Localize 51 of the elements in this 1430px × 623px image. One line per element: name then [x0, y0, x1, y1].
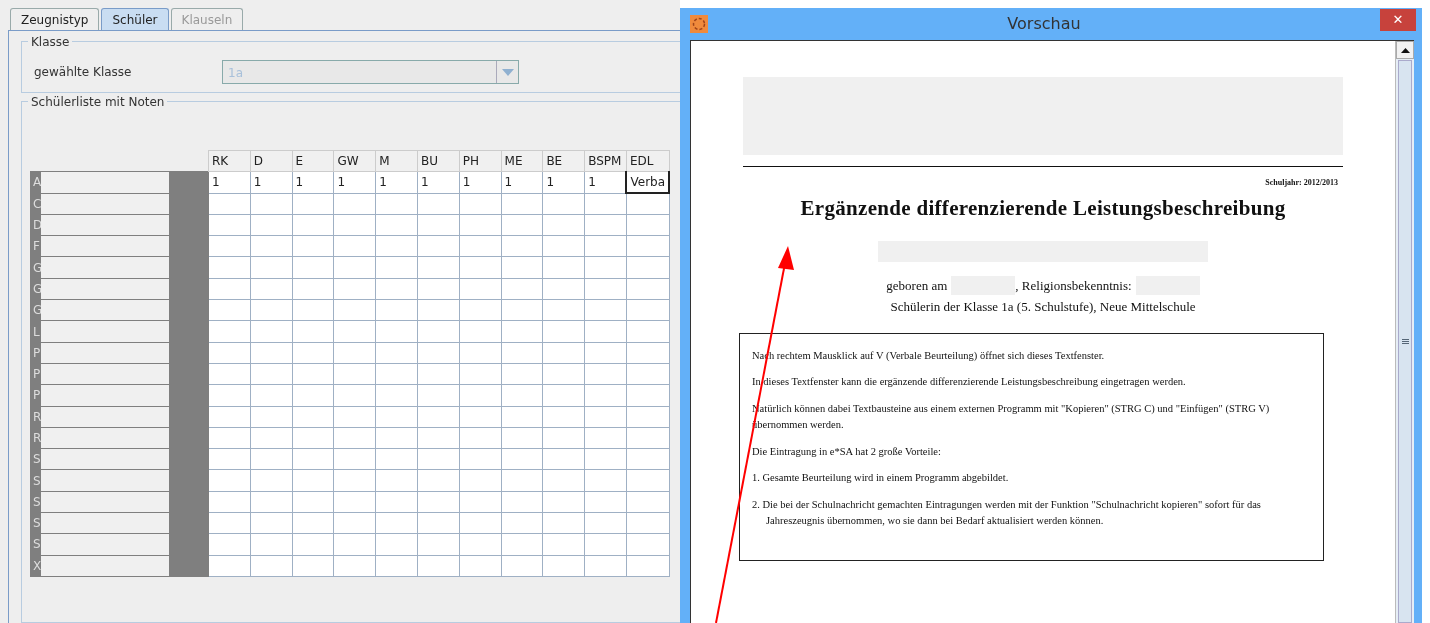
dropdown-arrow-icon [501, 68, 514, 76]
student-name: A [32, 175, 42, 190]
class-info-text: Schülerin der Klasse 1a (5. Schulstufe), Neue Mittelschule [890, 298, 1196, 316]
student-name: X [32, 558, 42, 573]
grade-cell[interactable]: Verba [626, 171, 670, 194]
student-name: P [32, 388, 41, 403]
student-name: G [32, 281, 43, 296]
tab[interactable]: Zeugnistyp [10, 8, 100, 30]
column-header: EDL [626, 150, 670, 172]
school-year-text: Schuljahr: 2012/2013 [1264, 177, 1338, 189]
up-arrow-icon [1400, 47, 1410, 53]
student-name: S [32, 473, 41, 488]
student-name: L [32, 324, 40, 339]
student-name: R [32, 409, 42, 424]
column-header: E [292, 150, 334, 172]
app-icon [690, 15, 708, 33]
list-item: 1. Gesamte Beurteilung wird in einem Programm abgebildet. [752, 471, 1010, 486]
column-header: GW [333, 150, 376, 172]
student-name: S [32, 516, 41, 531]
scroll-thumb[interactable] [1398, 60, 1412, 623]
column-header: ME [501, 150, 543, 172]
column-header: M [375, 150, 418, 172]
student-name: P [32, 345, 41, 360]
column-header: RK [208, 150, 251, 172]
student-name: R [32, 431, 42, 445]
student-name: F [32, 239, 40, 254]
student-name: S [32, 537, 41, 552]
student-name: C [32, 196, 42, 211]
paragraph: In dieses Textfenster kann die ergänzende differenzierende Leistungsbeschreibung eingetragen werden. [752, 375, 1187, 390]
student-name: D [32, 218, 43, 233]
student-name: S [32, 452, 41, 467]
field-label: gewählte Klasse [34, 64, 133, 81]
birth-label: geboren am [886, 276, 948, 295]
tab[interactable]: Schüler [101, 8, 169, 30]
paragraph: Die Eintragung in e*SA hat 2 große Vorteile: [752, 444, 942, 459]
grip-icon [1401, 339, 1409, 344]
window-title: Vorschau [1006, 13, 1082, 35]
student-name: P [32, 367, 41, 382]
document-heading: Ergänzende differenzierende Leistungsbeschreibung [800, 195, 1286, 222]
column-header: BE [542, 150, 585, 172]
student-name: G [32, 303, 43, 318]
student-name: S [32, 494, 41, 509]
scroll-up-button[interactable] [1396, 41, 1414, 59]
column-header: BSPM [584, 150, 627, 172]
list-item: 2. Die bei der Schulnachricht gemachten Eintragungen werden mit der Funktion "Schulnachricht kopieren" sofort für das Jahreszeugnis übernommen, wo sie dann bei Bedarf aktualisiert werden können. [752, 498, 1262, 528]
column-header: D [250, 150, 293, 172]
column-header: PH [459, 150, 502, 172]
religion-label: , Religionsbekenntnis: [1015, 276, 1132, 295]
column-header: BU [417, 150, 460, 172]
student-name: G [32, 260, 43, 275]
close-button[interactable]: ✕ [1380, 9, 1416, 31]
